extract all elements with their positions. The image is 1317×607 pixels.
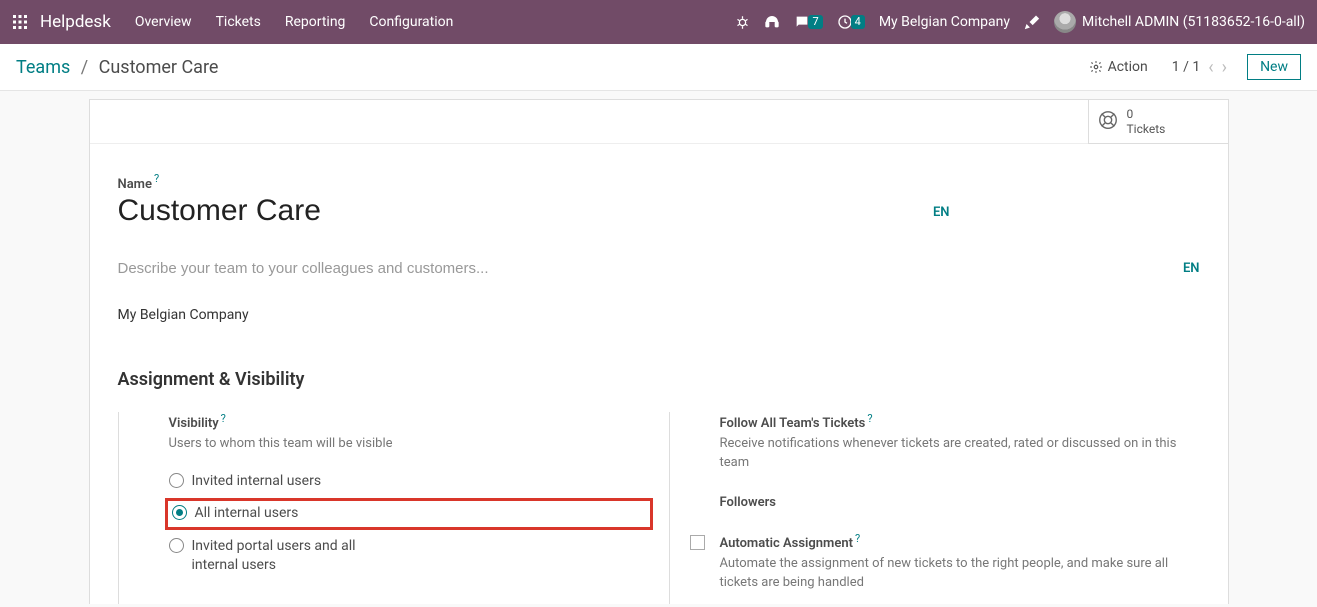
auto-assign-checkbox[interactable] [690, 535, 705, 550]
company-switcher[interactable]: My Belgian Company [879, 14, 1010, 30]
user-name: Mitchell ADMIN (51183652-16-0-all) [1082, 14, 1305, 30]
apps-icon[interactable] [12, 14, 28, 30]
nav-reporting[interactable]: Reporting [285, 14, 346, 30]
lang-tag-name[interactable]: EN [933, 205, 950, 220]
visibility-radio-group: Invited internal users All internal user… [169, 472, 649, 576]
visibility-sub: Users to whom this team will be visible [169, 435, 649, 453]
nav-tickets[interactable]: Tickets [216, 14, 261, 30]
new-button[interactable]: New [1247, 54, 1301, 80]
gear-icon [1089, 60, 1103, 74]
pager-next[interactable]: › [1222, 57, 1227, 78]
radio-icon [169, 538, 184, 553]
activities-icon[interactable]: 4 [837, 14, 865, 30]
visibility-option-portal[interactable]: Invited portal users and all internal us… [169, 537, 649, 576]
pager-prev[interactable]: ‹ [1208, 57, 1213, 78]
help-icon[interactable]: ? [154, 172, 159, 185]
user-menu[interactable]: Mitchell ADMIN (51183652-16-0-all) [1054, 11, 1305, 33]
radio-icon [172, 505, 187, 520]
breadcrumb: Teams / Customer Care [16, 57, 218, 78]
stat-count: 0 [1127, 107, 1166, 121]
pager: 1 / 1 ‹ › [1172, 57, 1227, 78]
messages-badge: 7 [808, 15, 822, 29]
messages-icon[interactable]: 7 [794, 14, 822, 30]
debug-icon[interactable] [735, 15, 750, 30]
visibility-option-all-internal[interactable]: All internal users [172, 504, 646, 524]
activities-badge: 4 [851, 15, 865, 29]
form-sheet: 0 Tickets Name? EN EN My Belgian Company… [89, 99, 1229, 604]
support-icon[interactable] [764, 14, 780, 30]
stat-tickets[interactable]: 0 Tickets [1088, 100, 1228, 144]
follow-sub: Receive notifications whenever tickets a… [720, 435, 1200, 471]
breadcrumb-sep: / [81, 57, 88, 78]
section-assignment-visibility: Assignment & Visibility [118, 369, 1200, 390]
auto-assign-label: Automatic Assignment [720, 536, 853, 551]
auto-assign-sub: Automate the assignment of new tickets t… [720, 555, 1200, 591]
name-input[interactable] [118, 194, 875, 228]
lang-tag-desc[interactable]: EN [1183, 261, 1200, 276]
lifebuoy-icon [1097, 109, 1119, 135]
topbar: Helpdesk Overview Tickets Reporting Conf… [0, 0, 1317, 44]
followers-label: Followers [720, 495, 776, 510]
name-label: Name [118, 177, 152, 192]
description-input[interactable] [118, 260, 1167, 277]
tools-icon[interactable] [1024, 14, 1040, 30]
radio-icon [169, 473, 184, 488]
action-button[interactable]: Action [1089, 59, 1148, 75]
visibility-option-invited-internal[interactable]: Invited internal users [169, 472, 649, 492]
control-bar: Teams / Customer Care Action 1 / 1 ‹ › N… [0, 44, 1317, 91]
app-brand[interactable]: Helpdesk [40, 12, 111, 32]
avatar [1054, 11, 1076, 33]
help-icon[interactable]: ? [221, 412, 226, 425]
stat-label: Tickets [1127, 122, 1166, 136]
follow-label: Follow All Team's Tickets [720, 416, 866, 431]
nav-overview[interactable]: Overview [135, 14, 192, 30]
nav-configuration[interactable]: Configuration [369, 14, 453, 30]
pager-text[interactable]: 1 / 1 [1172, 59, 1200, 75]
breadcrumb-current: Customer Care [99, 57, 219, 78]
highlight-selected-option: All internal users [165, 498, 653, 530]
breadcrumb-root[interactable]: Teams [16, 57, 70, 78]
company-field[interactable]: My Belgian Company [118, 307, 1200, 323]
help-icon[interactable]: ? [867, 412, 872, 425]
help-icon[interactable]: ? [855, 532, 860, 545]
visibility-label: Visibility [169, 416, 219, 431]
